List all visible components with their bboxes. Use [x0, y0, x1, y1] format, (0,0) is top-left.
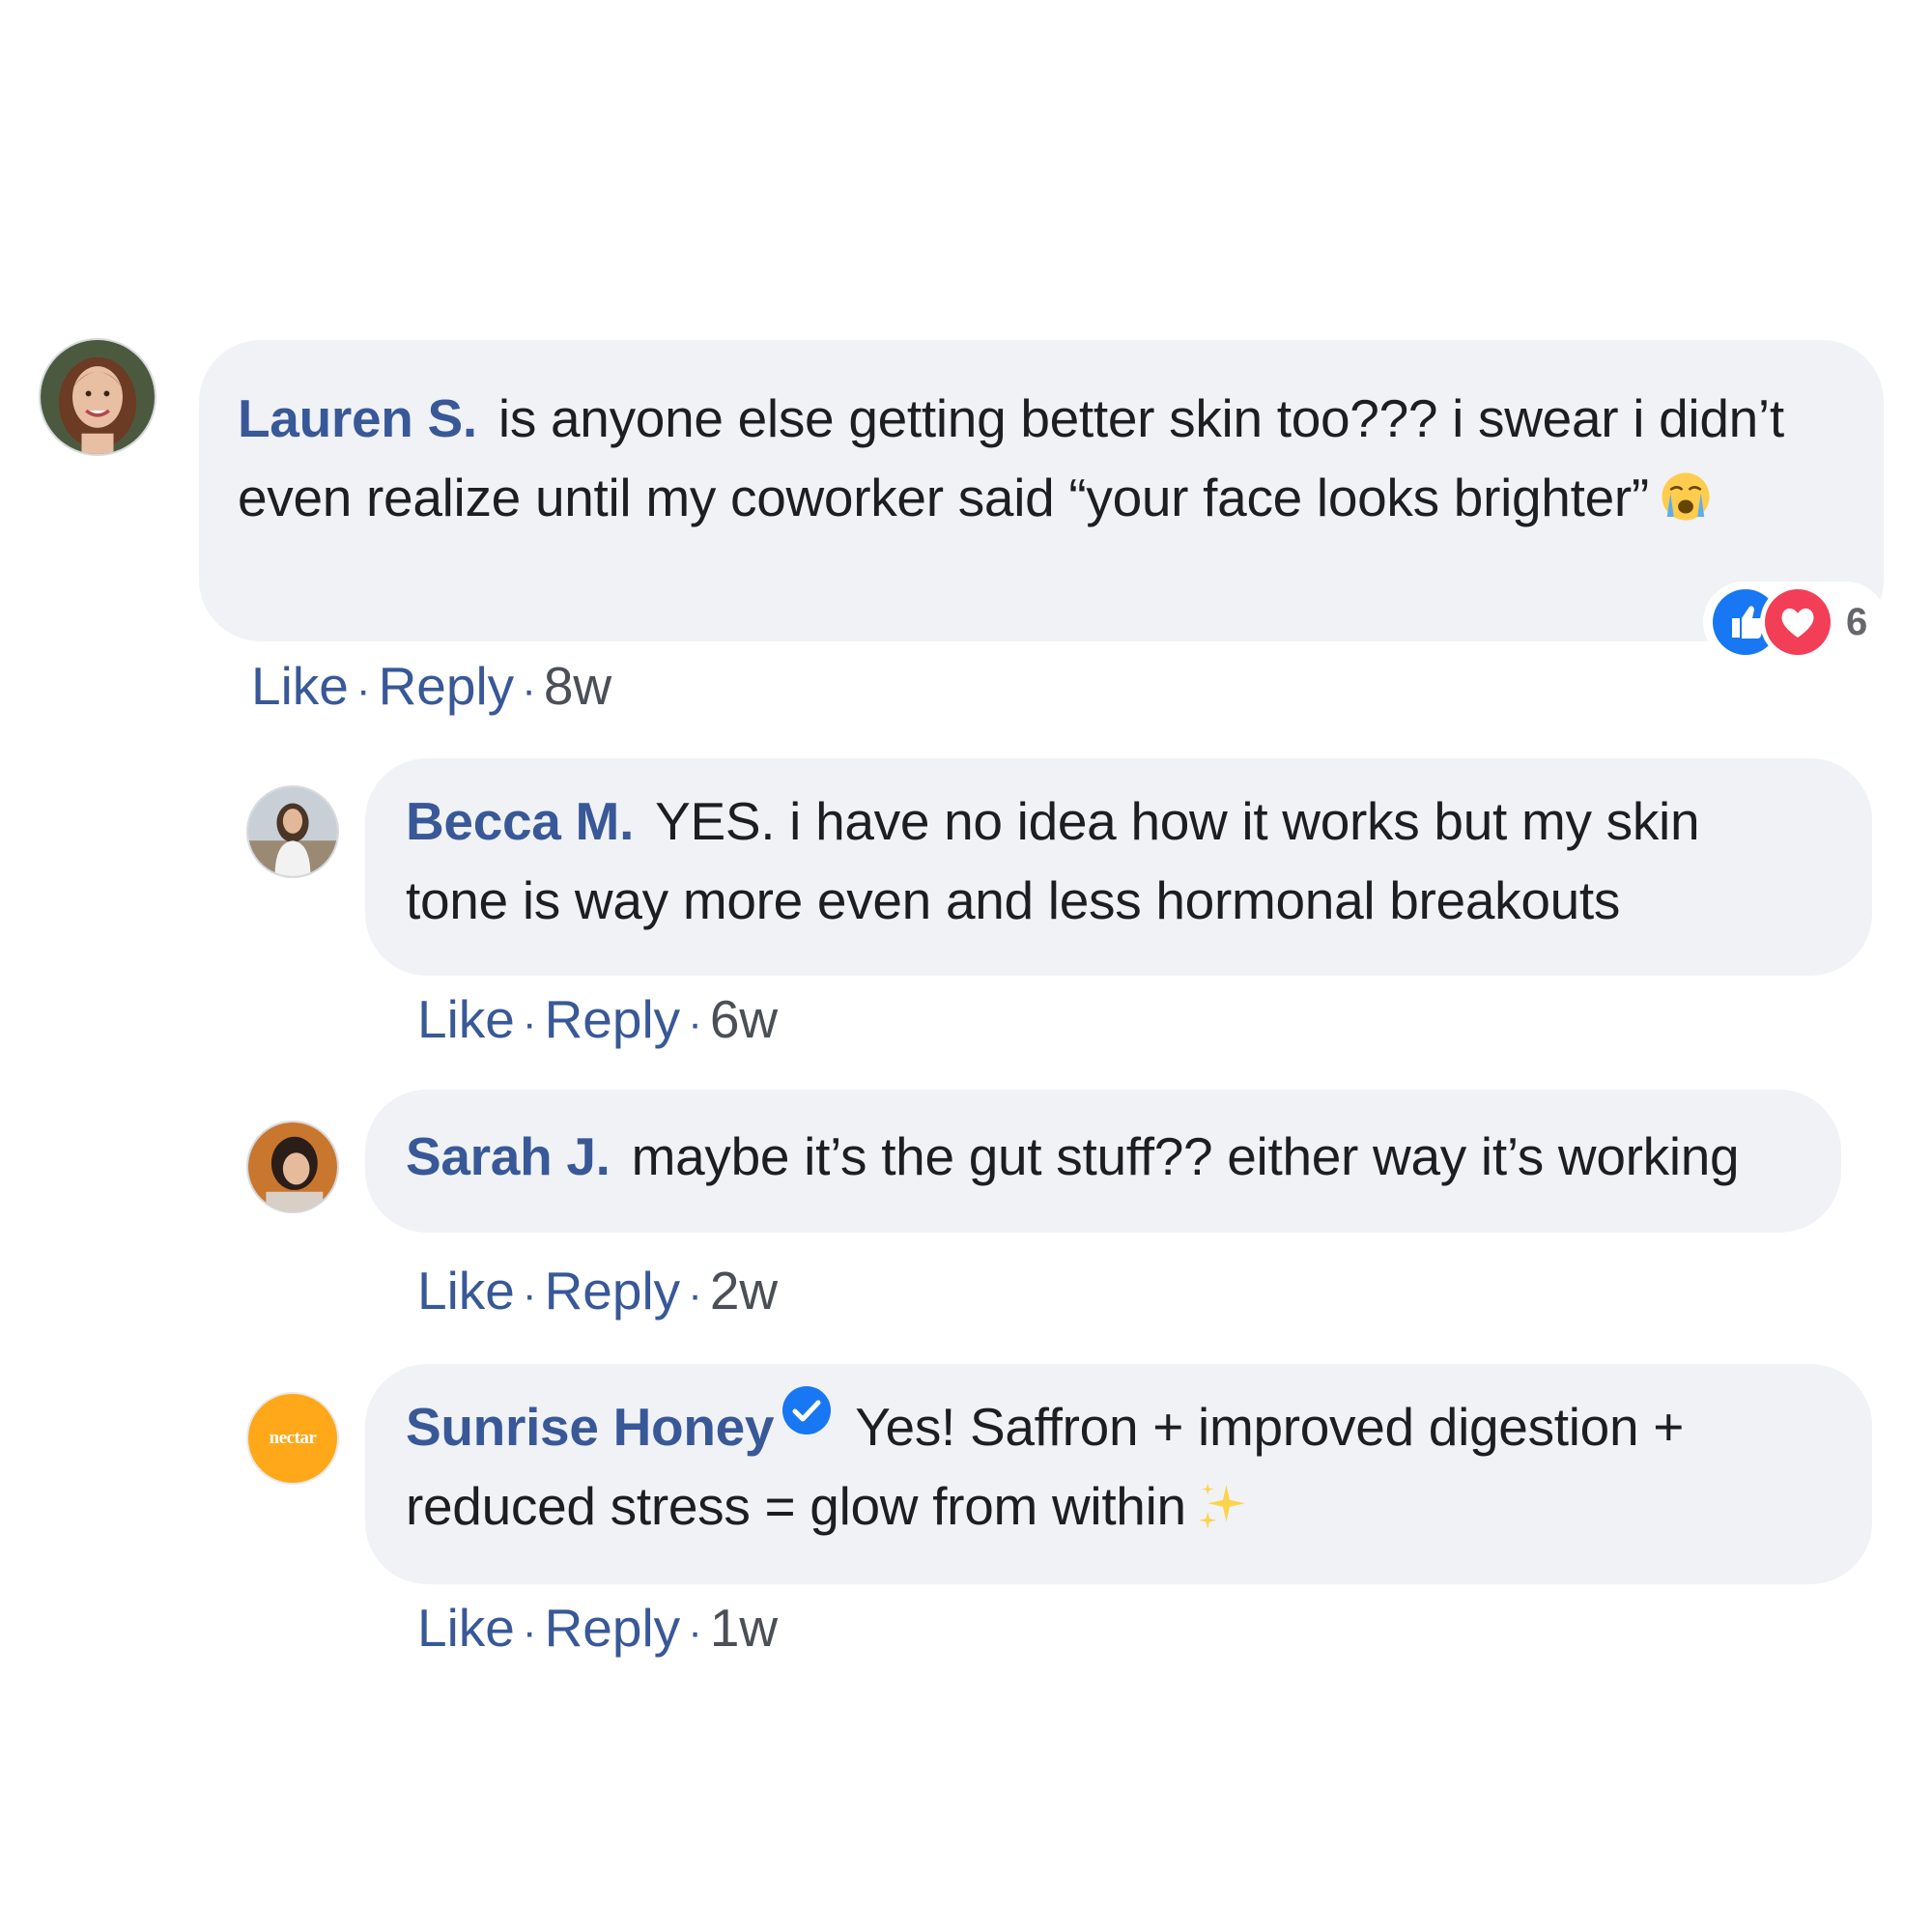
avatar-sunrise-honey[interactable]: nectar — [248, 1394, 337, 1483]
profile-photo-icon — [248, 787, 337, 876]
author-name[interactable]: Becca M. — [406, 791, 634, 851]
separator-dot: · — [688, 1271, 702, 1319]
love-reaction-icon — [1765, 589, 1831, 655]
timestamp[interactable]: 1w — [710, 1598, 778, 1658]
loudly-crying-face-icon — [1659, 466, 1713, 521]
comment-actions: Like · Reply · 1w — [417, 1599, 778, 1662]
reaction-count: 6 — [1846, 601, 1868, 643]
comment-actions: Like · Reply · 8w — [251, 657, 611, 720]
like-link[interactable]: Like — [417, 989, 515, 1049]
author-name[interactable]: Sarah J. — [406, 1126, 611, 1186]
separator-dot: · — [522, 667, 536, 714]
profile-photo-icon — [41, 340, 155, 454]
like-link[interactable]: Like — [417, 1261, 515, 1321]
comment-text: maybe it’s the gut stuff?? either way it… — [631, 1126, 1740, 1186]
timestamp[interactable]: 6w — [710, 989, 778, 1049]
author-name[interactable]: Lauren S. — [238, 388, 477, 448]
reply-link[interactable]: Reply — [545, 989, 681, 1049]
separator-dot: · — [522, 1608, 537, 1656]
reaction-summary[interactable]: 6 — [1703, 582, 1887, 663]
sparkles-icon — [1196, 1474, 1250, 1529]
reply-link[interactable]: Reply — [545, 1598, 681, 1658]
avatar-lauren[interactable] — [41, 340, 155, 454]
like-link[interactable]: Like — [251, 656, 349, 716]
brand-logo-text: nectar — [269, 1428, 317, 1448]
separator-dot: · — [688, 1000, 702, 1047]
timestamp[interactable]: 2w — [710, 1261, 778, 1321]
separator-dot: · — [355, 667, 371, 714]
comment-bubble: Becca M. YES. i have no idea how it works… — [365, 758, 1872, 976]
separator-dot: · — [522, 1271, 537, 1319]
comment-bubble: Sunrise Honey Yes! Saffron + improved di… — [365, 1364, 1872, 1584]
comment-bubble: Lauren S. is anyone else getting better s… — [199, 340, 1884, 641]
comment-bubble: Sarah J. maybe it’s the gut stuff?? eithe… — [365, 1090, 1841, 1233]
reply-link[interactable]: Reply — [379, 656, 515, 716]
verified-badge-icon — [780, 1379, 834, 1435]
separator-dot: · — [522, 1000, 537, 1047]
timestamp[interactable]: 8w — [544, 656, 611, 716]
avatar-becca[interactable] — [248, 787, 337, 876]
author-name[interactable]: Sunrise Honey — [406, 1397, 775, 1457]
avatar-sarah[interactable] — [248, 1122, 337, 1211]
like-link[interactable]: Like — [417, 1598, 515, 1658]
profile-photo-icon — [248, 1122, 337, 1211]
comment-actions: Like · Reply · 6w — [417, 990, 778, 1053]
comment-actions: Like · Reply · 2w — [417, 1262, 778, 1324]
separator-dot: · — [688, 1608, 702, 1656]
reply-link[interactable]: Reply — [545, 1261, 681, 1321]
